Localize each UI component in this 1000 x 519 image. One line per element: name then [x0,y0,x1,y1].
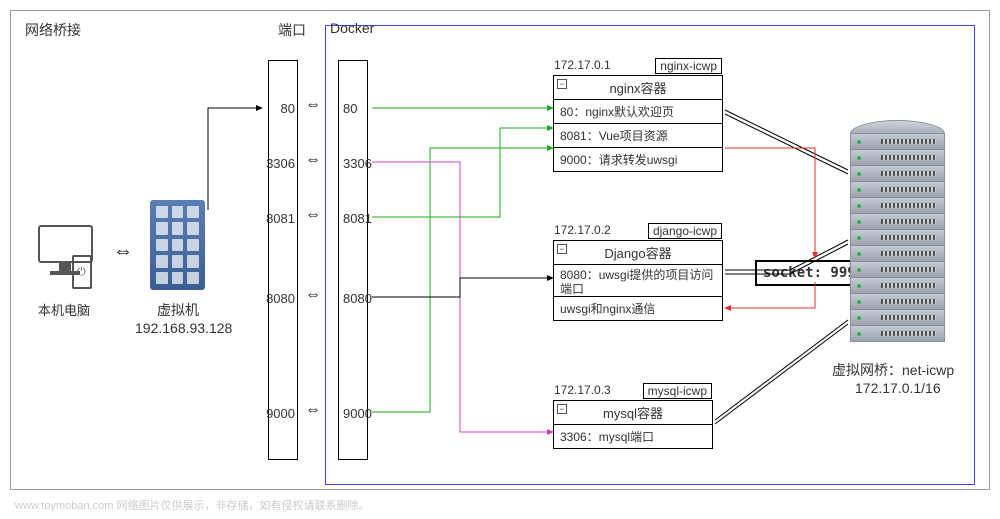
nginx-container-box: 172.17.0.1 nginx-icwp −nginx容器 80：nginx默… [553,75,723,172]
diagram-canvas: 网络桥接 端口 Docker 本机电脑 虚拟机 192.168.93.128 8… [0,0,1000,519]
host-port-8081: 8081 [257,211,297,226]
mysql-title: mysql容器 [603,406,663,421]
nginx-row-80: 80：nginx默认欢迎页 [554,100,722,124]
cont-port-80: 80 [343,101,357,116]
ports-heading: 端口 [278,20,306,40]
bridge-cidr: 172.17.0.1/16 [855,380,941,396]
vm-label: 虚拟机 [157,300,199,320]
collapse-icon: − [557,404,567,414]
nginx-row-9000: 9000：请求转发uwsgi [554,148,722,171]
collapse-icon: − [557,79,567,89]
container-port-column: 80 3306 8081 8080 9000 [338,60,368,460]
nginx-title: nginx容器 [609,81,666,96]
django-row-8080: 8080：uwsgi提供的项目访问端口 [554,265,722,297]
host-port-9000: 9000 [257,406,297,421]
title-label: 网络桥接 [25,20,81,40]
django-ip: 172.17.0.2 [554,223,611,237]
cont-port-9000: 9000 [343,406,372,421]
cont-port-8080: 8080 [343,291,372,306]
django-title: Django容器 [604,246,671,261]
port-arrow-icon: ⇔ [305,151,321,169]
host-port-column: 80 3306 8081 8080 9000 [268,60,298,460]
port-arrow-icon: ⇔ [305,206,321,224]
docker-heading: Docker [330,20,374,36]
nginx-name: nginx-icwp [655,58,722,74]
port-arrow-icon: ⇔ [305,286,321,304]
cont-port-3306: 3306 [343,156,372,171]
mysql-ip: 172.17.0.3 [554,383,611,397]
cont-port-8081: 8081 [343,211,372,226]
collapse-icon: − [557,244,567,254]
host-port-80: 80 [257,101,297,116]
vm-ip: 192.168.93.128 [135,320,232,336]
port-arrow-icon: ⇔ [305,96,321,114]
mysql-row-3306: 3306：mysql端口 [554,425,712,448]
django-name: django-icwp [648,223,722,239]
host-port-8080: 8080 [257,291,297,306]
vm-icon [150,200,205,290]
port-arrow-icon: ⇔ [305,401,321,419]
django-container-box: 172.17.0.2 django-icwp −Django容器 8080：uw… [553,240,723,321]
nginx-row-8081: 8081：Vue项目资源 [554,124,722,148]
host-port-3306: 3306 [257,156,297,171]
computer-label: 本机电脑 [38,300,90,319]
mysql-container-box: 172.17.0.3 mysql-icwp −mysql容器 3306：mysq… [553,400,713,449]
computer-vm-arrow-icon: ⇔ [113,240,133,263]
nginx-ip: 172.17.0.1 [554,58,611,72]
watermark: www.toymoban.com 网络图片仅供展示，非存储，如有侵权请联系删除。 [15,497,369,513]
mysql-name: mysql-icwp [643,383,712,399]
server-stack-icon [850,120,945,342]
django-row-uwsgi: uwsgi和nginx通信 [554,297,722,320]
computer-icon [30,225,100,295]
bridge-label: 虚拟网桥：net-icwp [832,360,954,380]
